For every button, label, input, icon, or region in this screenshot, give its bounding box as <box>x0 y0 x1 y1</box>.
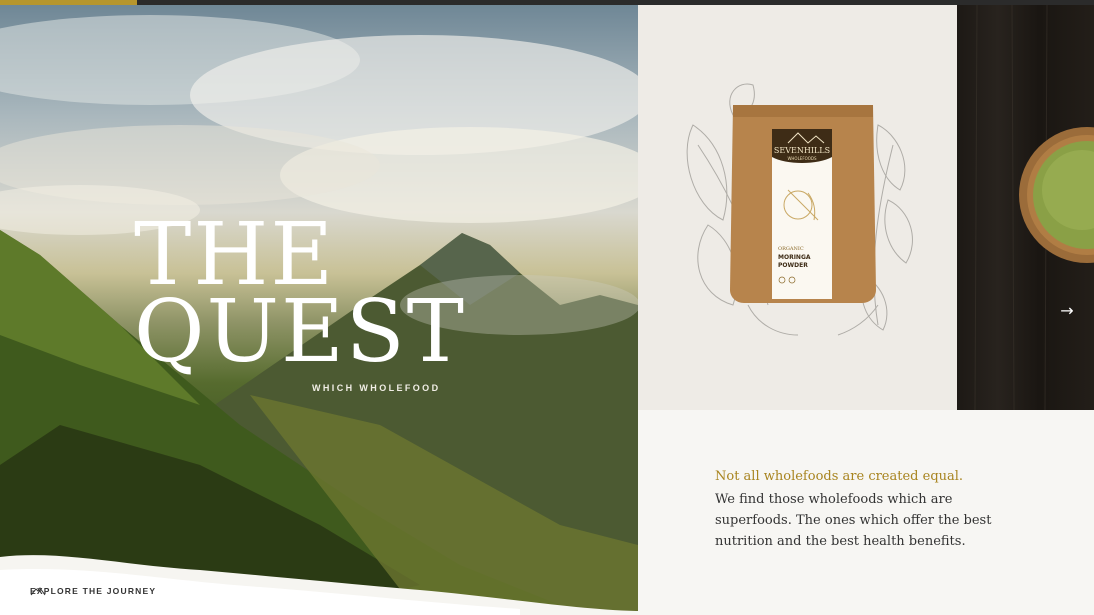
pouch-label-line2: MORINGA <box>778 254 811 261</box>
intro-body: We find those wholefoods which are super… <box>715 492 992 549</box>
progress-bar <box>0 0 1094 5</box>
intro-text-panel: Not all wholefoods are created equal. We… <box>638 410 1094 615</box>
mountain-icon <box>30 587 46 596</box>
pouch-label-line3: POWDER <box>778 262 808 269</box>
explore-journey-label: EXPLORE THE JOURNEY <box>30 586 157 596</box>
hero-section: THE QUEST WHICH WHOLEFOOD EXPLORE THE JO… <box>0 5 638 615</box>
product-illustration: SEVENHILLS WHOLEFOODS ORGANIC MORINGA PO… <box>686 83 913 336</box>
hero-subtitle: WHICH WHOLEFOOD <box>312 383 441 393</box>
product-panel: SEVENHILLS WHOLEFOODS ORGANIC MORINGA PO… <box>638 5 957 410</box>
hero-title-line2: QUEST <box>134 282 467 383</box>
intro-headline: Not all wholefoods are created equal. <box>715 469 964 484</box>
next-slide-button[interactable]: → <box>1055 299 1079 321</box>
arrow-right-icon: → <box>1060 300 1074 320</box>
explore-journey-link[interactable]: EXPLORE THE JOURNEY <box>30 586 156 596</box>
pouch-brand-sub: WHOLEFOODS <box>787 156 817 161</box>
product-image-panel: → <box>957 5 1094 410</box>
hero-title: THE QUEST <box>134 212 467 383</box>
moringa-bowl-image <box>974 5 1094 410</box>
pouch-brand: SEVENHILLS <box>774 146 830 155</box>
progress-fill <box>0 0 137 5</box>
pouch-label-line1: ORGANIC <box>778 246 804 252</box>
